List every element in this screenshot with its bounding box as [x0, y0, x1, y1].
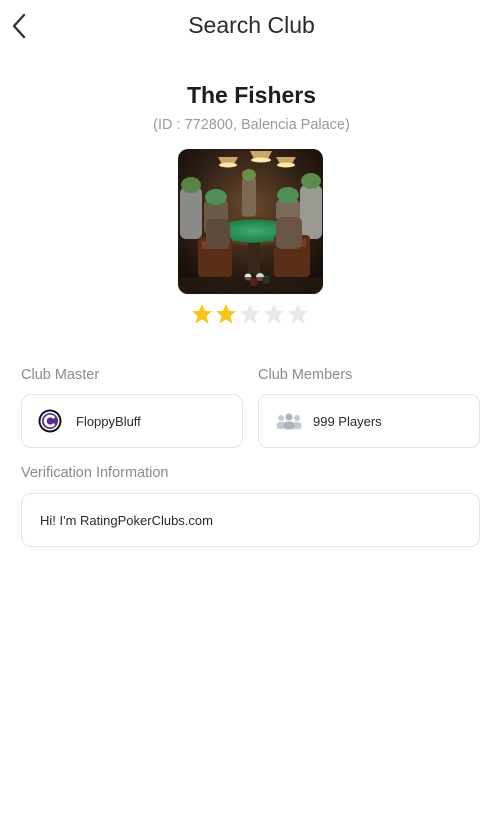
star-filled-icon	[192, 304, 212, 324]
club-master-label: Club Master	[21, 367, 100, 383]
club-image	[178, 149, 323, 294]
verification-card: Hi! I'm RatingPokerClubs.com	[21, 493, 480, 547]
star-rating	[190, 302, 310, 326]
club-id-line: (ID : 772800, Balencia Palace)	[153, 117, 350, 133]
club-members-card[interactable]: 999 Players	[258, 394, 480, 448]
club-master-name: FloppyBluff	[76, 413, 141, 429]
star-empty-icon	[240, 304, 260, 324]
star-empty-icon	[288, 304, 308, 324]
star-filled-icon	[216, 304, 236, 324]
club-name: The Fishers	[186, 82, 317, 108]
club-members-label: Club Members	[258, 367, 353, 383]
top-bar: Search Club	[0, 0, 503, 54]
verification-text: Hi! I'm RatingPokerClubs.com	[40, 512, 213, 528]
people-group-icon	[276, 413, 302, 430]
club-master-card[interactable]: FloppyBluff	[21, 394, 243, 448]
club-master-avatar-icon	[38, 409, 62, 433]
star-empty-icon	[264, 304, 284, 324]
page-title: Search Club	[188, 12, 315, 38]
club-members-count: 999 Players	[313, 413, 382, 429]
verification-label: Verification Information	[21, 465, 169, 481]
